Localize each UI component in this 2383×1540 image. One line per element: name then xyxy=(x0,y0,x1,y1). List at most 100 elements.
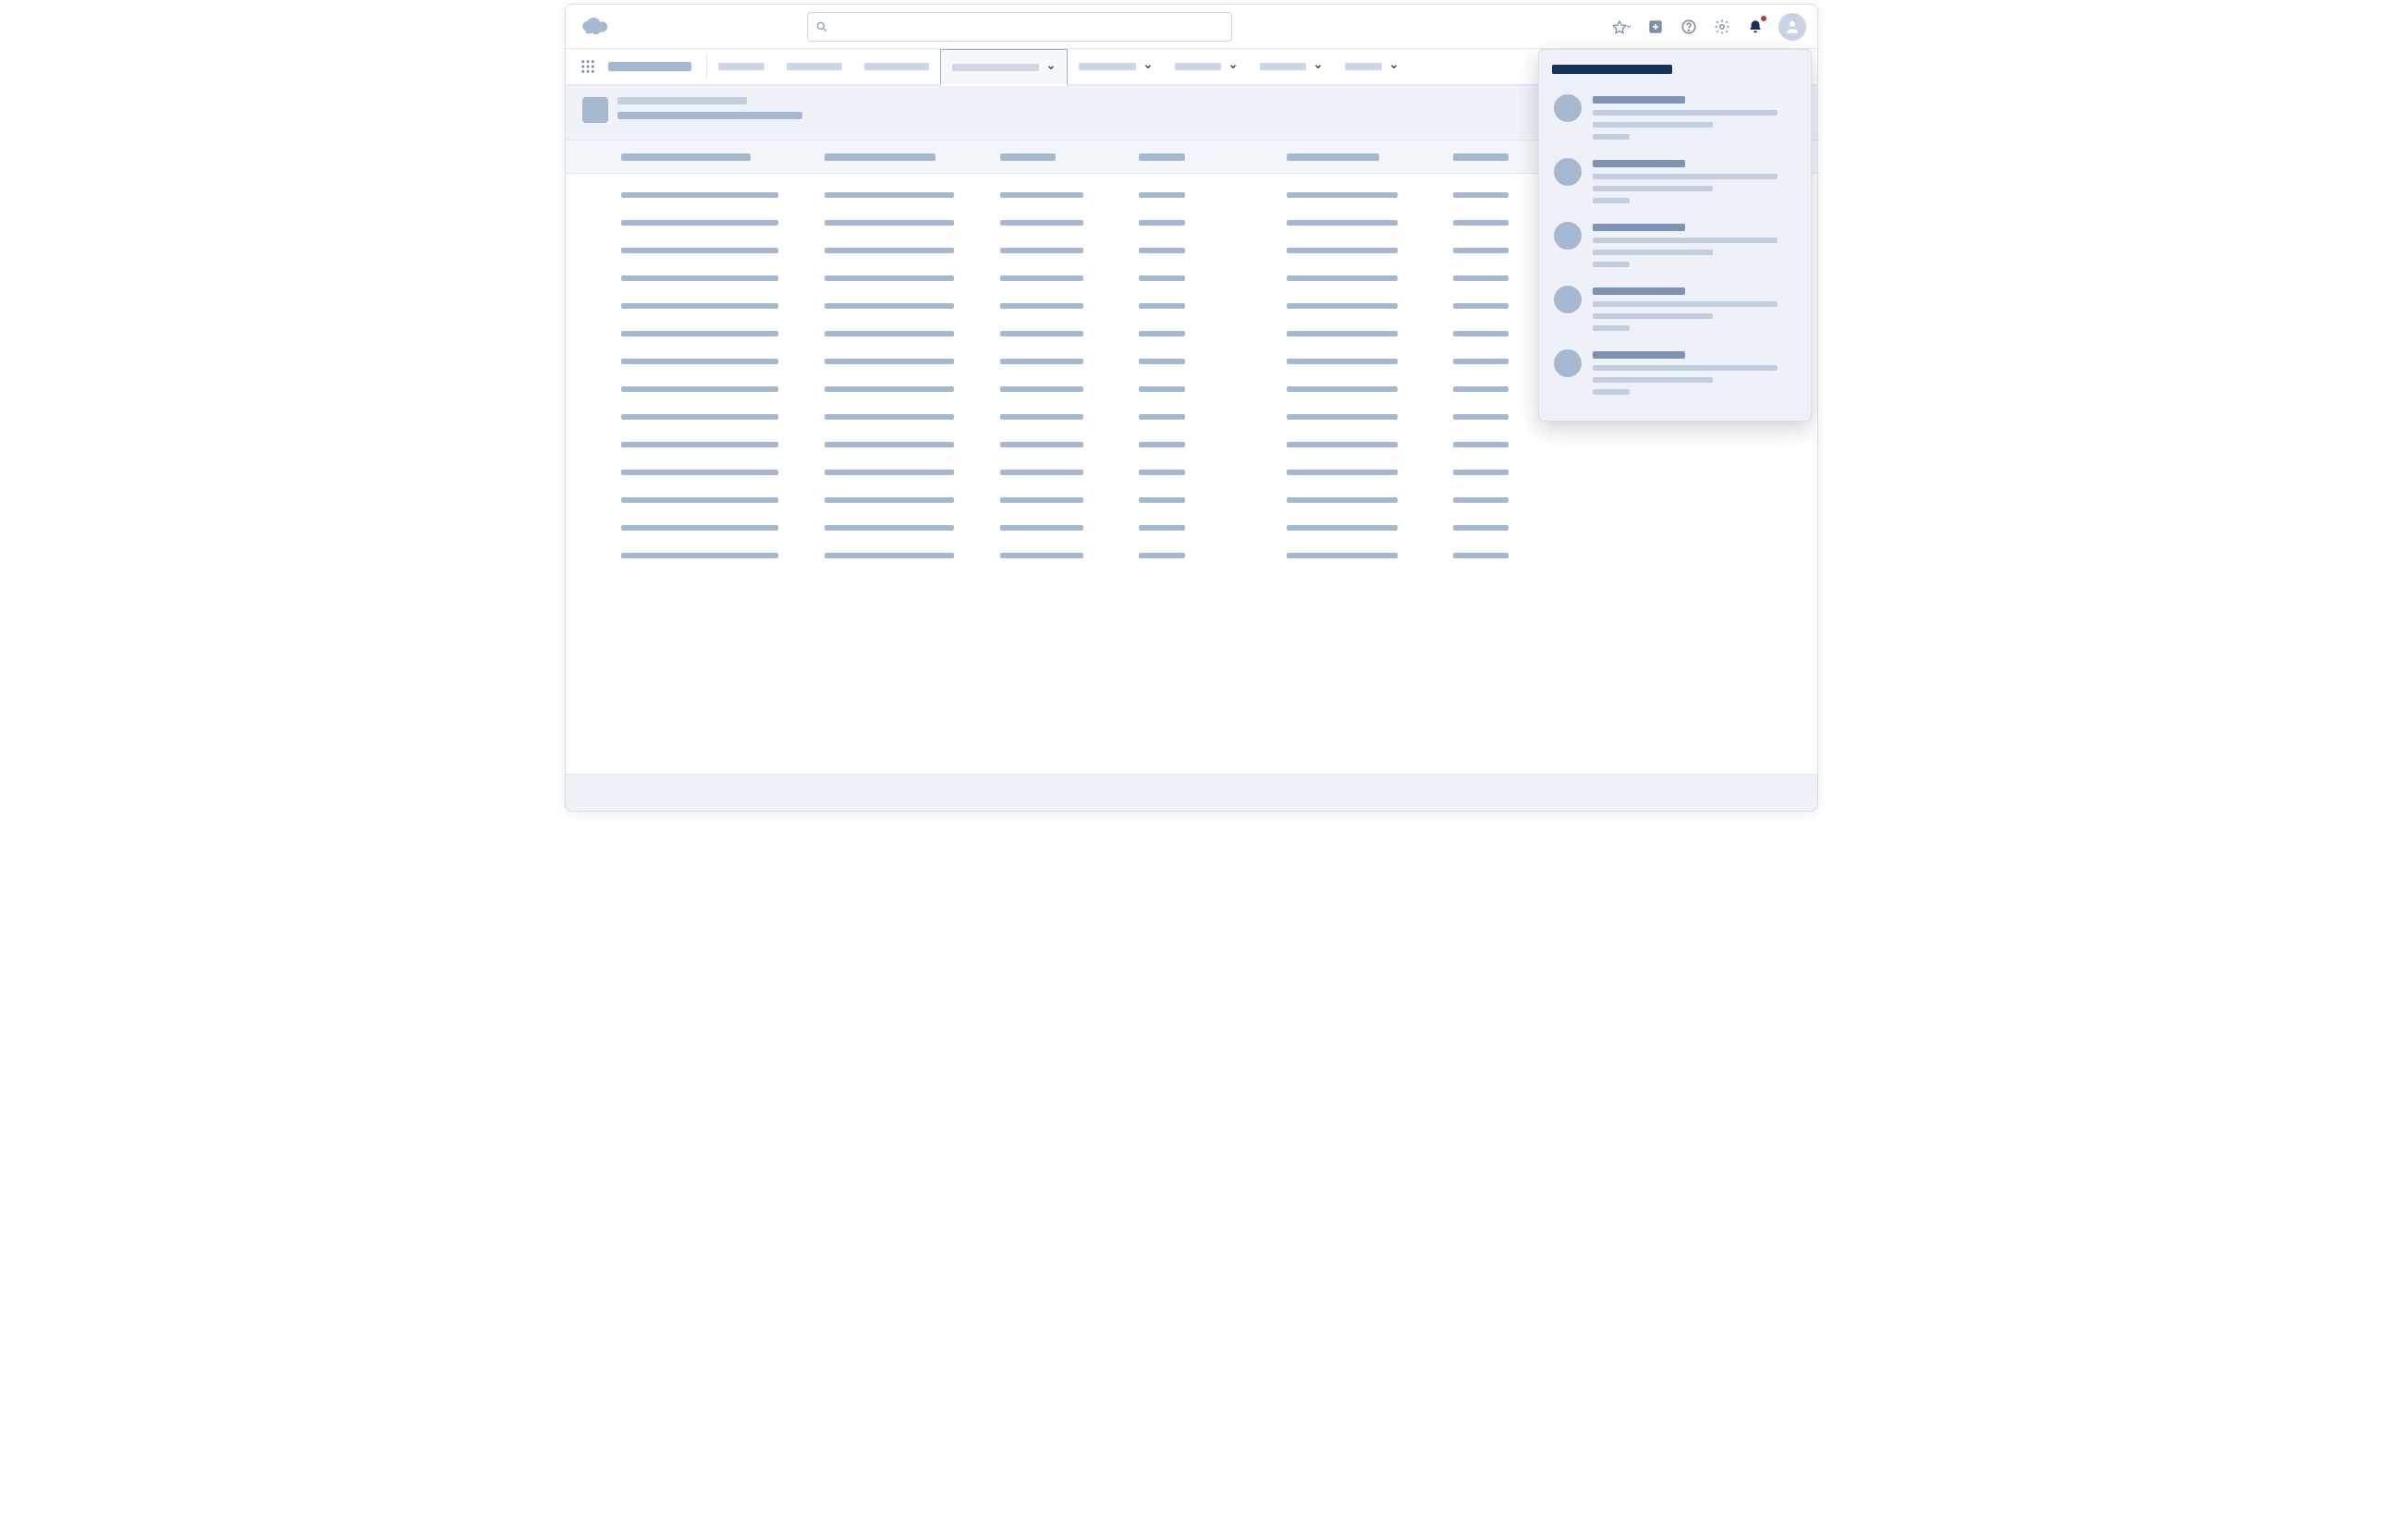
table-cell xyxy=(825,442,954,447)
table-cell xyxy=(1453,248,1509,253)
help-button[interactable] xyxy=(1679,17,1699,37)
table-cell xyxy=(621,220,778,226)
nav-tab[interactable] xyxy=(776,49,853,84)
search-box[interactable] xyxy=(807,12,1232,42)
table-cell xyxy=(1287,331,1398,336)
table-cell xyxy=(621,497,778,503)
chevron-down-icon[interactable] xyxy=(1314,62,1323,71)
nav-tab[interactable] xyxy=(1249,49,1334,84)
setup-button[interactable] xyxy=(1712,17,1732,37)
notification-content xyxy=(1593,349,1796,395)
table-cell xyxy=(621,553,778,558)
search-input[interactable] xyxy=(834,19,1224,33)
global-search xyxy=(807,12,1232,42)
notification-item[interactable] xyxy=(1550,85,1800,149)
chevron-down-icon[interactable] xyxy=(1143,62,1153,71)
table-cell xyxy=(621,470,778,475)
profile-avatar[interactable] xyxy=(1778,13,1806,41)
table-cell xyxy=(825,497,954,503)
table-cell xyxy=(1287,303,1398,309)
app-name xyxy=(603,49,706,84)
notification-title xyxy=(1593,351,1685,359)
global-header xyxy=(566,5,1817,49)
table-cell xyxy=(825,470,954,475)
table-cell xyxy=(1287,220,1398,226)
table-cell xyxy=(825,220,954,226)
nav-tab-label xyxy=(718,63,764,70)
table-cell xyxy=(1453,553,1509,558)
nav-tab[interactable] xyxy=(1068,49,1164,84)
notification-detail xyxy=(1593,122,1713,128)
table-cell xyxy=(1000,303,1083,309)
table-cell xyxy=(1453,303,1509,309)
footer-bar xyxy=(566,774,1817,811)
notification-detail xyxy=(1593,313,1713,319)
column-header[interactable] xyxy=(1287,153,1379,161)
notification-item[interactable] xyxy=(1550,340,1800,404)
table-cell xyxy=(1287,442,1398,447)
table-cell xyxy=(1000,220,1083,226)
notifications-panel-title xyxy=(1552,65,1672,74)
notification-title xyxy=(1593,160,1685,167)
nav-tab[interactable] xyxy=(1334,49,1410,84)
column-header[interactable] xyxy=(1139,153,1185,161)
app-window xyxy=(565,4,1818,812)
nav-tab-label xyxy=(1345,63,1382,70)
table-cell xyxy=(621,525,778,531)
app-launcher-button[interactable] xyxy=(573,49,603,84)
table-cell xyxy=(825,525,954,531)
table-cell xyxy=(1000,359,1083,364)
table-row[interactable] xyxy=(566,542,1817,569)
notification-content xyxy=(1593,158,1796,203)
table-cell xyxy=(621,275,778,281)
table-cell xyxy=(1000,331,1083,336)
table-cell xyxy=(1139,275,1185,281)
nav-tab-label xyxy=(1079,63,1136,70)
nav-tab[interactable] xyxy=(940,49,1068,86)
table-cell xyxy=(1453,470,1509,475)
global-add-button[interactable] xyxy=(1645,17,1666,37)
table-cell xyxy=(1453,359,1509,364)
table-cell xyxy=(621,331,778,336)
table-cell xyxy=(621,359,778,364)
table-row[interactable] xyxy=(566,514,1817,542)
table-cell xyxy=(621,442,778,447)
column-header[interactable] xyxy=(825,153,935,161)
notification-badge xyxy=(1759,14,1768,23)
notification-content xyxy=(1593,222,1796,267)
notification-title xyxy=(1593,287,1685,295)
table-cell xyxy=(1139,192,1185,198)
notification-item[interactable] xyxy=(1550,149,1800,213)
notification-item[interactable] xyxy=(1550,276,1800,340)
app-name-label xyxy=(608,62,691,71)
column-header[interactable] xyxy=(1000,153,1056,161)
table-cell xyxy=(621,386,778,392)
column-header[interactable] xyxy=(621,153,751,161)
chevron-down-icon[interactable] xyxy=(1389,62,1399,71)
nav-tab[interactable] xyxy=(1164,49,1249,84)
notification-avatar xyxy=(1554,349,1582,377)
notification-subtitle xyxy=(1593,365,1778,371)
table-cell xyxy=(1453,192,1509,198)
table-row[interactable] xyxy=(566,458,1817,486)
notification-content xyxy=(1593,286,1796,331)
table-row[interactable] xyxy=(566,486,1817,514)
notifications-button[interactable] xyxy=(1745,17,1766,37)
chevron-down-icon[interactable] xyxy=(1228,62,1238,71)
table-cell xyxy=(1139,359,1185,364)
nav-tab-label xyxy=(952,64,1039,71)
notification-title xyxy=(1593,224,1685,231)
favorites-button[interactable] xyxy=(1612,17,1632,37)
table-cell xyxy=(1139,470,1185,475)
notification-avatar xyxy=(1554,158,1582,186)
notification-item[interactable] xyxy=(1550,213,1800,276)
table-cell xyxy=(825,386,954,392)
table-cell xyxy=(621,414,778,420)
chevron-down-icon[interactable] xyxy=(1046,63,1056,72)
nav-tab[interactable] xyxy=(707,49,776,84)
table-row[interactable] xyxy=(566,431,1817,458)
nav-tab-label xyxy=(1175,63,1221,70)
nav-tab[interactable] xyxy=(853,49,940,84)
table-cell xyxy=(1139,303,1185,309)
column-header[interactable] xyxy=(1453,153,1509,161)
